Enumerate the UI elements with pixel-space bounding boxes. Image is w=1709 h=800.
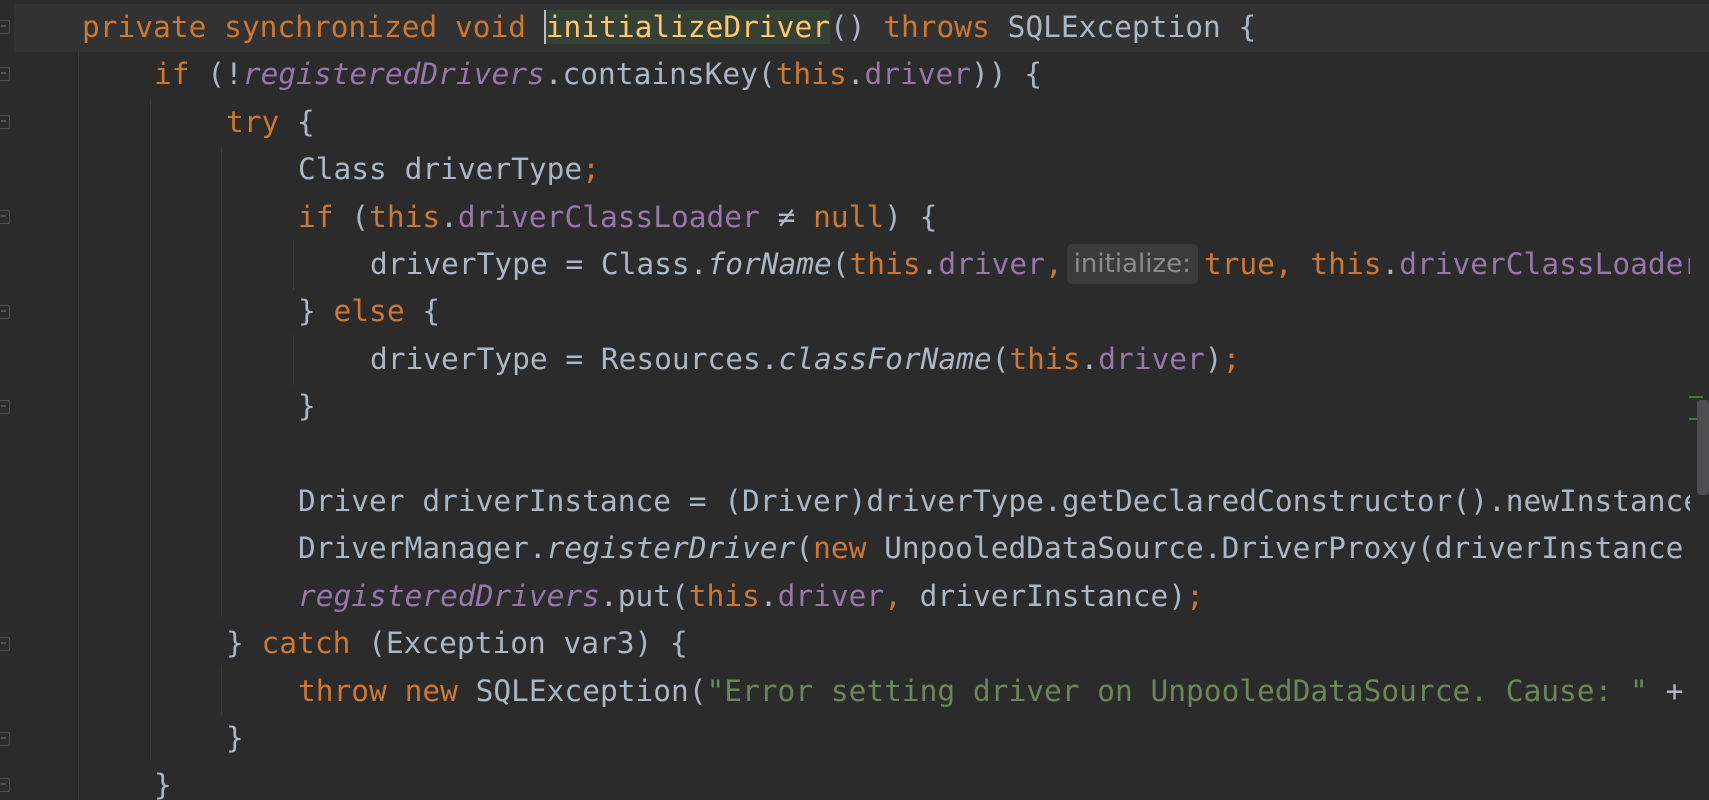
code-token: SQLException { [1007, 10, 1257, 44]
code-token: try [226, 104, 298, 139]
code-token: ( [991, 341, 1010, 376]
code-line[interactable]: } catch (Exception var3) { [226, 620, 688, 667]
code-token: this [369, 199, 441, 234]
code-token: driverType = Resources. [370, 341, 779, 376]
code-token: throws [883, 10, 1008, 44]
code-token: driver [864, 57, 972, 92]
code-token: { [422, 294, 441, 329]
code-token: synchronized [224, 10, 455, 44]
vertical-scrollbar[interactable] [1697, 400, 1709, 495]
code-token: )) { [971, 57, 1043, 92]
code-token: , [1044, 247, 1063, 281]
code-token: driver [1098, 341, 1205, 376]
code-token: driverInstance) [919, 578, 1187, 613]
code-token: UnpooledDataSource.DriverProxy(driverIns… [884, 531, 1684, 566]
code-token: } [226, 721, 244, 755]
code-area[interactable]: private synchronized void initializeDriv… [0, 0, 1690, 800]
code-token: () [829, 10, 884, 44]
code-token: . [1381, 247, 1400, 281]
code-line[interactable]: if (!registeredDrivers.containsKey(this.… [154, 51, 1042, 98]
code-token: } [226, 626, 262, 661]
code-line[interactable]: Class driverType; [298, 146, 600, 193]
code-token: Class driverType [298, 152, 583, 187]
code-token: driverType = Class. [370, 247, 708, 281]
code-token: (Exception var3) { [368, 626, 688, 661]
code-token: + [1647, 673, 1684, 708]
code-token: ( [351, 199, 370, 234]
code-token: this [775, 57, 847, 92]
code-line[interactable]: if (this.driverClassLoader ≠ null) { [298, 194, 937, 241]
code-token: if [298, 199, 352, 234]
code-token: throw [298, 673, 405, 708]
code-line[interactable]: driverType = Resources.classForName(this… [370, 336, 1240, 383]
code-token: . [1080, 341, 1099, 376]
code-token: "Error setting driver on UnpooledDataSou… [706, 673, 1648, 708]
code-token: if [154, 57, 208, 92]
code-token: this [688, 578, 760, 613]
code-line[interactable]: try { [226, 99, 315, 146]
code-token: . [920, 247, 939, 281]
code-token: catch [261, 626, 369, 661]
code-token: else [333, 294, 423, 329]
code-token: this [1009, 341, 1081, 376]
code-token: } [154, 768, 172, 800]
code-token: new [404, 673, 476, 708]
code-token: registerDriver [546, 531, 796, 566]
code-token: , [1274, 247, 1311, 281]
code-token: } [298, 389, 316, 424]
code-token: .put( [599, 578, 689, 613]
code-line[interactable]: } else { [298, 288, 440, 335]
code-token: ( [795, 531, 814, 566]
code-line[interactable]: DriverManager.registerDriver(new Unpoole… [298, 525, 1683, 572]
code-token: ; [1222, 341, 1241, 376]
code-token: new [813, 531, 885, 566]
code-token: true [1203, 247, 1275, 281]
code-token: void [454, 10, 544, 44]
code-token: . [846, 57, 865, 92]
code-token: ) [1204, 341, 1223, 376]
code-token: this [849, 247, 921, 281]
code-token: null [813, 199, 885, 234]
code-token: DriverManager. [298, 531, 547, 566]
code-token: , [884, 578, 920, 613]
code-token: forName [707, 247, 832, 281]
code-token: SQLException( [475, 673, 707, 708]
code-token: Driver driverInstance = (Driver)driverTy… [298, 484, 1690, 518]
code-token: .containsKey( [544, 57, 776, 92]
code-editor[interactable]: private synchronized void initializeDriv… [0, 0, 1709, 800]
code-token: ; [1186, 578, 1204, 613]
code-token: private [82, 10, 225, 44]
code-token: . [759, 578, 778, 613]
code-line[interactable]: throw new SQLException("Error setting dr… [298, 668, 1683, 715]
change-marker [1689, 396, 1703, 398]
code-line[interactable]: } [226, 715, 244, 762]
code-token: driver [777, 578, 885, 613]
code-token: . [440, 199, 458, 234]
code-token: initializeDriver [543, 10, 830, 44]
code-token: registeredDrivers [242, 57, 545, 92]
parameter-hint: initialize: [1066, 243, 1198, 284]
code-token: } [298, 294, 334, 329]
code-token: driverClassLoader [457, 199, 760, 234]
code-token: ≠ [759, 199, 814, 234]
code-line[interactable]: } [154, 762, 172, 800]
code-token: ( [831, 247, 850, 281]
code-line[interactable]: Driver driverInstance = (Driver)driverTy… [298, 478, 1690, 525]
code-token: driver [938, 247, 1045, 281]
code-token: driverClassLoader [1399, 247, 1690, 281]
code-token: ; [582, 152, 600, 187]
code-line[interactable]: private synchronized void initializeDriv… [82, 4, 1256, 51]
code-line[interactable]: registeredDrivers.put(this.driver, drive… [298, 573, 1204, 620]
code-token: ) { [884, 199, 938, 234]
code-token: { [297, 104, 315, 139]
code-token: this [1310, 247, 1382, 281]
code-line[interactable]: } [298, 383, 316, 430]
code-token: registeredDrivers [298, 578, 600, 613]
code-token: (! [207, 57, 243, 92]
code-line[interactable]: driverType = Class.forName(this.driver, i… [370, 241, 1690, 288]
code-token: classForName [778, 341, 992, 376]
